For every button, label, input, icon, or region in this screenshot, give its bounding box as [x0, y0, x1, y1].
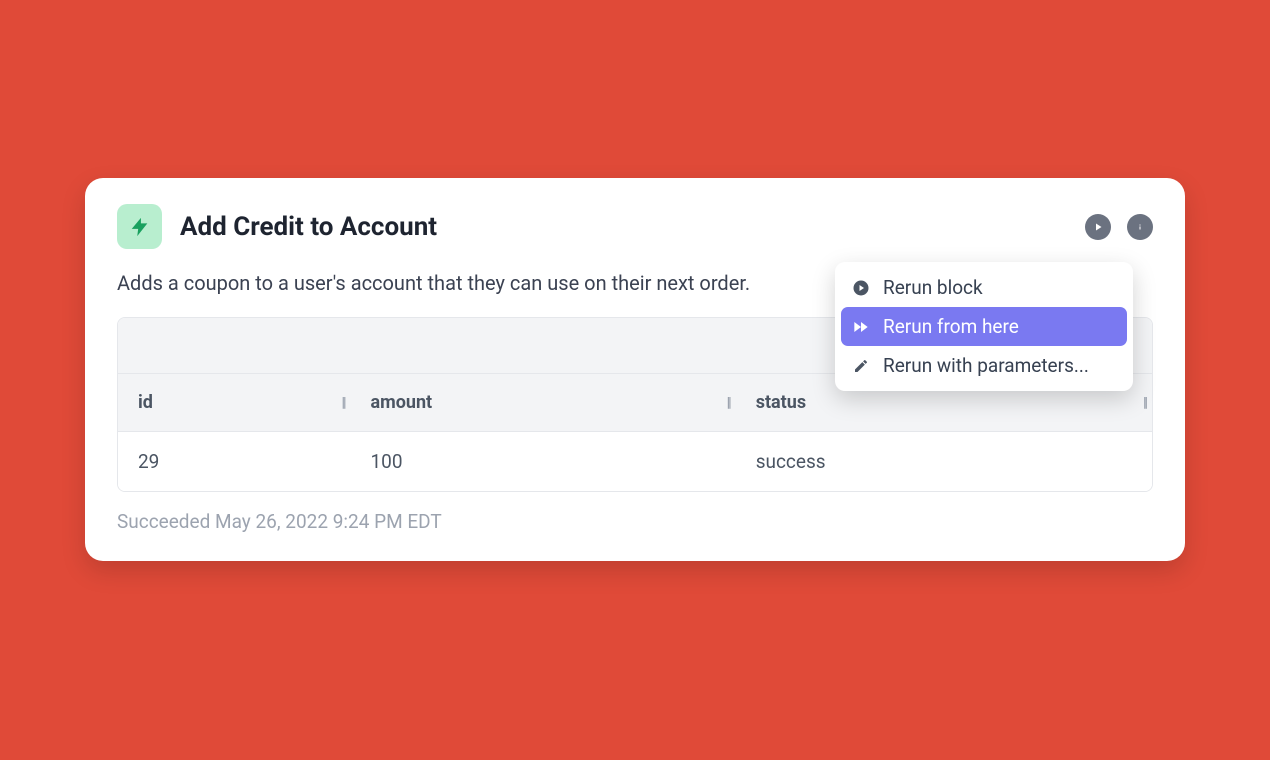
- lightning-icon: [117, 204, 162, 249]
- status-line: Succeeded May 26, 2022 9:24 PM EDT: [117, 510, 1153, 533]
- menu-item-rerun-from-here[interactable]: Rerun from here: [841, 307, 1127, 346]
- rerun-menu: Rerun block Rerun from here Rerun with p…: [835, 262, 1133, 391]
- menu-item-label: Rerun block: [883, 276, 983, 299]
- pencil-icon: [851, 356, 871, 376]
- info-button[interactable]: [1127, 214, 1153, 240]
- column-label: id: [138, 392, 153, 413]
- run-button[interactable]: [1085, 214, 1111, 240]
- fast-forward-icon: [851, 317, 871, 337]
- column-header-id[interactable]: id ||: [118, 374, 351, 432]
- card-header: Add Credit to Account: [117, 204, 1153, 249]
- header-actions: [1085, 214, 1153, 240]
- column-resize-handle[interactable]: ||: [1143, 395, 1146, 411]
- cell-status: success: [736, 432, 1152, 492]
- play-icon: [851, 278, 871, 298]
- column-resize-handle[interactable]: ||: [727, 395, 730, 411]
- cell-id: 29: [118, 432, 351, 492]
- table-row[interactable]: 29 100 success: [118, 432, 1152, 492]
- menu-item-label: Rerun from here: [883, 315, 1019, 338]
- cell-amount: 100: [351, 432, 736, 492]
- menu-item-rerun-with-parameters[interactable]: Rerun with parameters...: [841, 346, 1127, 385]
- column-header-amount[interactable]: amount ||: [351, 374, 736, 432]
- block-card: Add Credit to Account Adds a coupon to a…: [85, 178, 1185, 561]
- column-resize-handle[interactable]: ||: [341, 395, 344, 411]
- column-label: amount: [371, 392, 433, 413]
- block-title: Add Credit to Account: [180, 212, 1067, 242]
- column-label: status: [756, 392, 806, 413]
- menu-item-label: Rerun with parameters...: [883, 354, 1089, 377]
- menu-item-rerun-block[interactable]: Rerun block: [841, 268, 1127, 307]
